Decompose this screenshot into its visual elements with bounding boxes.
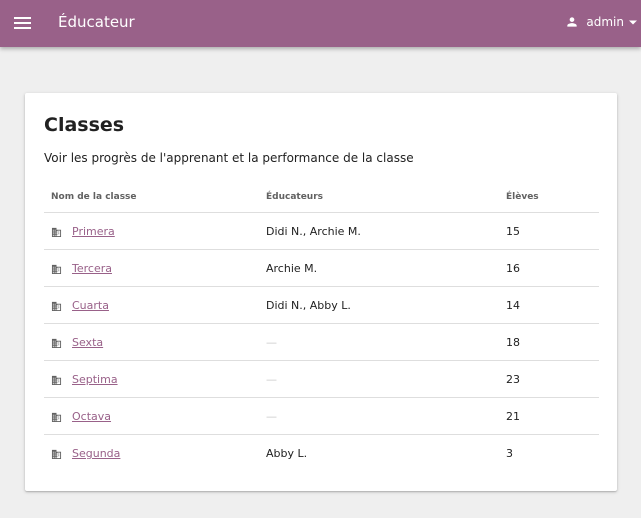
table-row: Primera Didi N., Archie M. 15 [44, 213, 599, 250]
table-row: Octava — 21 [44, 398, 599, 435]
class-name-cell: Cuarta [51, 299, 109, 312]
class-name-cell: Sexta [51, 336, 103, 349]
class-icon [51, 264, 62, 274]
table-row: Sexta — 18 [44, 324, 599, 361]
user-name: admin [586, 15, 624, 29]
page-title: Classes [44, 114, 125, 136]
class-icon [51, 301, 62, 311]
class-name-cell: Segunda [51, 447, 120, 460]
classes-card: Classes Voir les progrès de l'apprenant … [25, 93, 617, 491]
educators-cell: Abby L. [266, 447, 308, 460]
user-menu-button[interactable]: admin [565, 12, 637, 32]
class-icon [51, 375, 62, 385]
table-header: Nom de la classe Éducateurs Élèves [44, 184, 599, 213]
class-name-cell: Septima [51, 373, 118, 386]
learners-cell: 21 [506, 410, 520, 423]
learners-cell: 15 [506, 225, 520, 238]
learners-cell: 23 [506, 373, 520, 386]
class-icon [51, 449, 62, 459]
educators-cell: Archie M. [266, 262, 318, 275]
header-learners: Élèves [506, 192, 539, 202]
class-name-cell: Octava [51, 410, 111, 423]
learners-cell: 14 [506, 299, 520, 312]
educators-cell: Didi N., Abby L. [266, 299, 351, 312]
educators-cell: Didi N., Archie M. [266, 225, 361, 238]
educators-cell: — [266, 410, 277, 423]
person-icon [567, 17, 578, 27]
class-icon [51, 227, 62, 237]
class-link[interactable]: Tercera [72, 262, 112, 275]
header-class-name: Nom de la classe [51, 192, 137, 202]
page-subtitle: Voir les progrès de l'apprenant et la pe… [44, 151, 414, 165]
class-link[interactable]: Septima [72, 373, 118, 386]
table-row: Cuarta Didi N., Abby L. 14 [44, 287, 599, 324]
class-icon [51, 412, 62, 422]
app-bar: Éducateur admin [0, 0, 641, 47]
learners-cell: 16 [506, 262, 520, 275]
learners-cell: 18 [506, 336, 520, 349]
class-name-cell: Tercera [51, 262, 112, 275]
class-link[interactable]: Primera [72, 225, 115, 238]
class-link[interactable]: Cuarta [72, 299, 109, 312]
class-icon [51, 338, 62, 348]
menu-icon[interactable] [14, 16, 31, 30]
app-title: Éducateur [58, 13, 135, 31]
class-link[interactable]: Octava [72, 410, 111, 423]
learners-cell: 3 [506, 447, 513, 460]
table-row: Tercera Archie M. 16 [44, 250, 599, 287]
chevron-down-icon [629, 20, 637, 24]
table-row: Segunda Abby L. 3 [44, 435, 599, 472]
class-name-cell: Primera [51, 225, 115, 238]
table-row: Septima — 23 [44, 361, 599, 398]
header-educators: Éducateurs [266, 192, 324, 202]
class-link[interactable]: Sexta [72, 336, 103, 349]
class-link[interactable]: Segunda [72, 447, 120, 460]
educators-cell: — [266, 336, 277, 349]
classes-table: Nom de la classe Éducateurs Élèves Prime… [44, 184, 599, 472]
educators-cell: — [266, 373, 277, 386]
